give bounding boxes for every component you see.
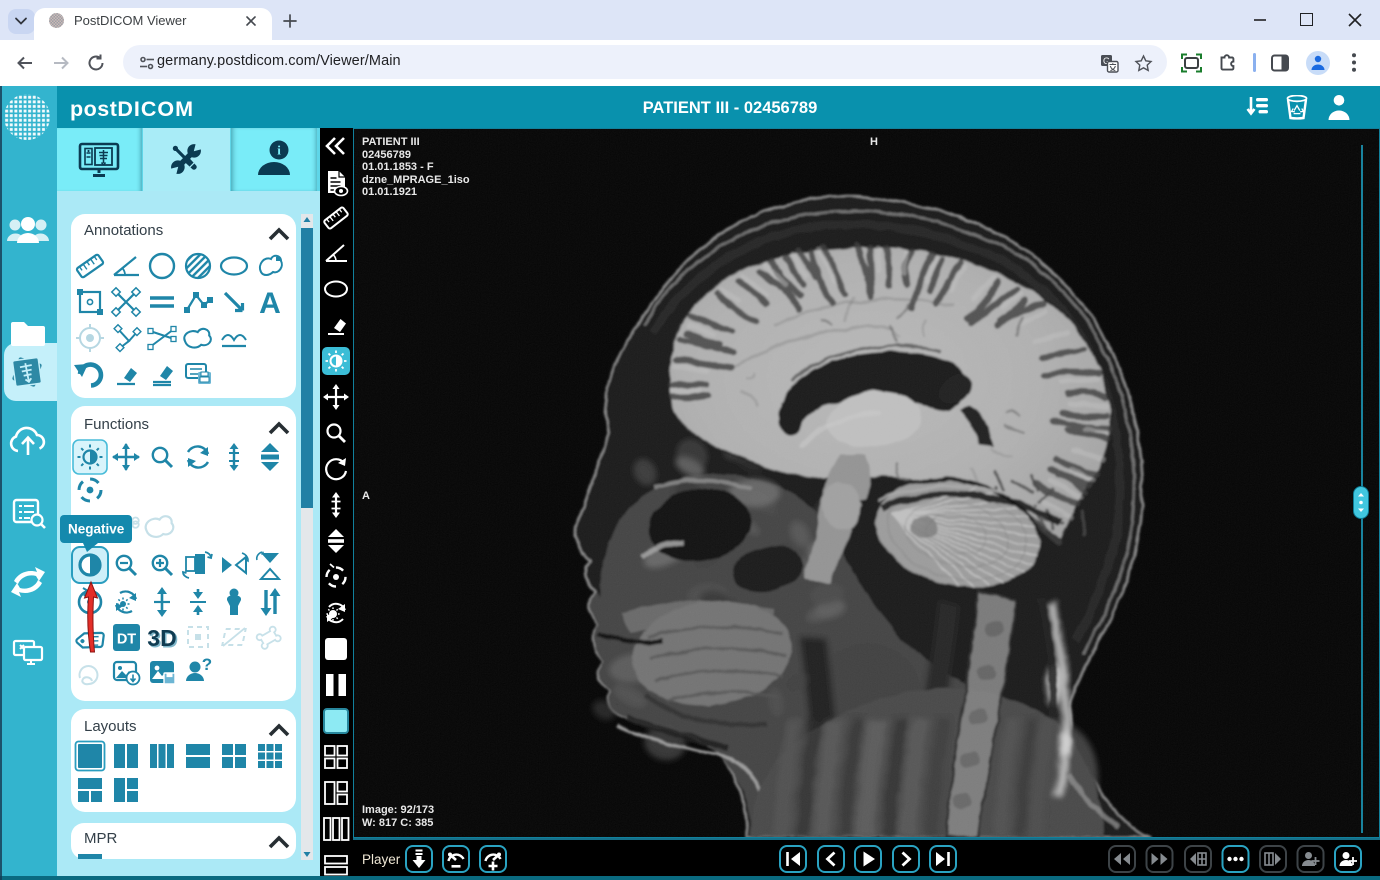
svg-text:Negative: Negative — [68, 522, 125, 537]
svg-text:3D: 3D — [147, 625, 176, 651]
svg-text:Annotations: Annotations — [84, 222, 163, 239]
svg-text:A: A — [259, 287, 281, 320]
svg-text:i: i — [277, 143, 281, 158]
svg-text:Layouts: Layouts — [84, 718, 137, 735]
svg-text:DT: DT — [117, 632, 136, 648]
svg-text:?: ? — [202, 655, 212, 674]
svg-text:Functions: Functions — [84, 416, 149, 433]
svg-text:MPR: MPR — [84, 830, 118, 847]
